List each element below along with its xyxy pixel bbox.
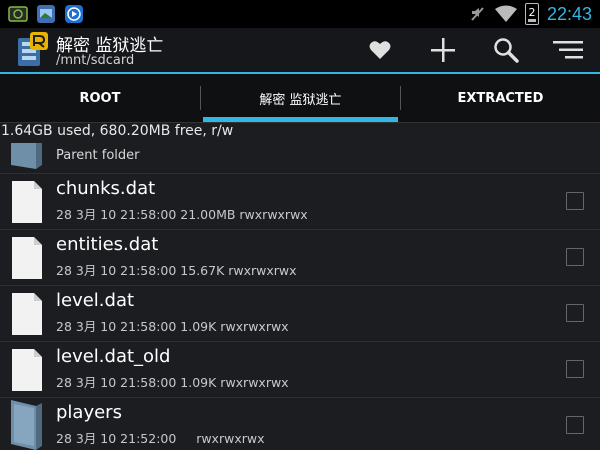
- list-item[interactable]: chunks.dat 28 3月 10 21:58:00 21.00MB rwx…: [0, 174, 600, 230]
- file-name: level.dat: [56, 290, 135, 311]
- notification-icons: [8, 4, 84, 24]
- gallery-icon: [37, 5, 55, 23]
- search-icon: [494, 38, 519, 63]
- list-item[interactable]: players 28 3月 10 21:52:00 rwxrwxrwx: [0, 398, 600, 450]
- list-item[interactable]: level.dat_old 28 3月 10 21:58:00 1.09K rw…: [0, 342, 600, 398]
- app-logo-icon[interactable]: [16, 32, 50, 68]
- tab-root[interactable]: ROOT: [0, 74, 200, 122]
- select-checkbox[interactable]: [566, 360, 584, 378]
- file-name: level.dat_old: [56, 346, 171, 367]
- file-meta: 28 3月 10 21:58:00 1.09K rwxrwxrwx: [56, 375, 289, 390]
- mute-icon: [471, 7, 484, 21]
- folder-icon: [11, 400, 42, 450]
- status-bar: 2 22:43: [0, 0, 600, 28]
- add-button[interactable]: [423, 32, 463, 68]
- list-item[interactable]: level.dat 28 3月 10 21:58:00 1.09K rwxrwx…: [0, 286, 600, 342]
- select-checkbox[interactable]: [566, 192, 584, 210]
- tab-label: 解密 监狱逃亡: [259, 92, 342, 108]
- android-system-icon: [8, 6, 28, 22]
- file-meta: 28 3月 10 21:58:00 15.67K rwxrwxrwx: [56, 263, 297, 278]
- folder-icon: [11, 143, 42, 169]
- select-checkbox[interactable]: [566, 248, 584, 266]
- file-icon: [12, 181, 42, 223]
- select-checkbox[interactable]: [566, 416, 584, 434]
- file-meta: 28 3月 10 21:52:00 rwxrwxrwx: [56, 431, 265, 446]
- wifi-icon: [494, 5, 517, 22]
- file-icon: [12, 349, 42, 391]
- list-item[interactable]: entities.dat 28 3月 10 21:58:00 15.67K rw…: [0, 230, 600, 286]
- current-path: /mnt/sdcard: [56, 53, 135, 68]
- menu-button[interactable]: [548, 32, 588, 68]
- battery-icon: 2: [524, 3, 539, 25]
- clock: 22:43: [546, 4, 592, 24]
- tab-label: EXTRACTED: [457, 90, 544, 106]
- parent-folder-label: Parent folder: [56, 148, 140, 163]
- system-icons: 2 22:43: [469, 3, 592, 25]
- file-meta: 28 3月 10 21:58:00 1.09K rwxrwxrwx: [56, 319, 289, 334]
- bookmark-button[interactable]: [360, 32, 400, 68]
- select-checkbox[interactable]: [566, 304, 584, 322]
- plus-icon: [431, 38, 455, 62]
- battery-level: 2: [528, 6, 536, 19]
- heart-icon: [369, 41, 391, 59]
- menu-icon: [553, 41, 583, 59]
- tab-current-folder[interactable]: 解密 监狱逃亡: [201, 74, 400, 122]
- media-player-icon: [65, 5, 83, 23]
- file-icon: [12, 237, 42, 279]
- file-name: entities.dat: [56, 234, 159, 255]
- file-name: chunks.dat: [56, 178, 156, 199]
- action-bar: 解密 监狱逃亡 /mnt/sdcard: [0, 28, 600, 74]
- tab-bar: ROOT 解密 监狱逃亡 EXTRACTED: [0, 74, 600, 123]
- active-tab-indicator: [203, 117, 398, 122]
- tab-extracted[interactable]: EXTRACTED: [401, 74, 600, 122]
- search-button[interactable]: [486, 32, 526, 68]
- storage-info: 1.64GB used, 680.20MB free, r/w: [1, 123, 234, 139]
- file-meta: 28 3月 10 21:58:00 21.00MB rwxrwxrwx: [56, 207, 308, 222]
- file-name: players: [56, 402, 122, 423]
- file-list[interactable]: Parent folder chunks.dat 28 3月 10 21:58:…: [0, 143, 600, 450]
- tab-label: ROOT: [79, 90, 121, 106]
- parent-folder-row[interactable]: Parent folder: [0, 143, 600, 174]
- file-icon: [12, 293, 42, 335]
